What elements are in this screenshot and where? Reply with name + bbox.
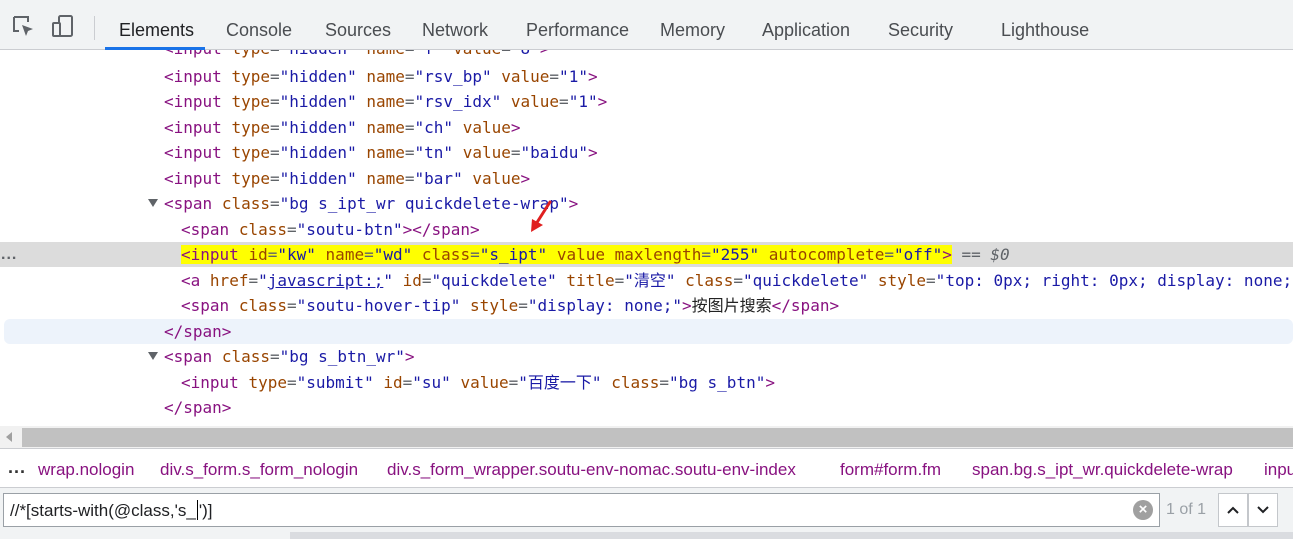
- chevron-down-icon: [1257, 506, 1269, 514]
- tab-network[interactable]: Network: [422, 0, 488, 50]
- breadcrumb-item[interactable]: form#form.fm: [840, 449, 941, 487]
- tab-elements[interactable]: Elements: [119, 0, 194, 50]
- clear-search-button[interactable]: ×: [1133, 500, 1153, 520]
- breadcrumb-item[interactable]: input#kw.s_ipt: [1264, 449, 1293, 487]
- annotation-arrow-icon: [531, 200, 552, 232]
- tab-lighthouse[interactable]: Lighthouse: [1001, 0, 1089, 50]
- tab-console[interactable]: Console: [226, 0, 292, 50]
- dom-node-line[interactable]: <input type="hidden" name="bar" value>: [0, 166, 1293, 191]
- expand-triangle-icon[interactable]: [148, 352, 158, 360]
- dom-node-line[interactable]: <span class="soutu-hover-tip" style="dis…: [0, 293, 1293, 318]
- tab-security[interactable]: Security: [888, 0, 953, 50]
- dom-node-line[interactable]: <a href="javascript:;" id="quickdelete" …: [0, 268, 1293, 293]
- tab-sources[interactable]: Sources: [325, 0, 391, 50]
- previous-match-button[interactable]: [1218, 493, 1248, 527]
- horizontal-scrollbar[interactable]: [0, 426, 1293, 448]
- dom-node-line[interactable]: <input type="hidden" name="f" value="8">: [0, 50, 1293, 61]
- selected-dom-node[interactable]: ... <input id="kw" name="wd" class="s_ip…: [0, 242, 1293, 267]
- dom-node-line[interactable]: </span>: [0, 395, 1293, 420]
- chevron-up-icon: [1227, 506, 1239, 514]
- dom-node-line[interactable]: <input type="hidden" name="tn" value="ba…: [0, 140, 1293, 165]
- scroll-left-icon[interactable]: [6, 432, 12, 442]
- tab-memory[interactable]: Memory: [660, 0, 725, 50]
- search-bar: //*[starts-with(@class,'s_ ')] × 1 of 1: [0, 488, 1293, 539]
- dom-node-line[interactable]: <input type="hidden" name="rsv_bp" value…: [0, 64, 1293, 89]
- node-actions-menu[interactable]: ...: [1, 242, 17, 267]
- selected-node-marker: == $0: [961, 245, 1010, 264]
- match-count: 1 of 1: [1166, 501, 1207, 518]
- href-link[interactable]: javascript:;: [268, 271, 384, 290]
- breadcrumb-overflow[interactable]: ...: [8, 457, 26, 478]
- dom-node-line[interactable]: <span class="soutu-btn"></span>: [0, 217, 1293, 242]
- dom-tree: <input type="hidden" name="f" value="8">…: [0, 50, 1293, 426]
- device-toolbar-icon[interactable]: [51, 14, 77, 40]
- dom-node-line[interactable]: <span class="bg s_ipt_wr quickdelete-wra…: [0, 191, 1293, 216]
- breadcrumb-item[interactable]: wrap.nologin: [38, 449, 134, 487]
- dom-node-line[interactable]: </span>: [4, 319, 1293, 344]
- dom-node-line[interactable]: <input type="hidden" name="rsv_idx" valu…: [0, 89, 1293, 114]
- dom-node-line[interactable]: <input type="submit" id="su" value="百度一下…: [0, 370, 1293, 395]
- toolbar-divider: [94, 16, 95, 40]
- inspect-element-icon[interactable]: [11, 14, 37, 40]
- drawer-edge: [290, 532, 1293, 539]
- breadcrumb: ... wrap.nologin div.s_form.s_form_nolog…: [0, 448, 1293, 488]
- devtools-toolbar: Elements Console Sources Network Perform…: [0, 0, 1293, 50]
- search-input[interactable]: //*[starts-with(@class,'s_ ')]: [3, 493, 1160, 527]
- breadcrumb-item[interactable]: div.s_form.s_form_nologin: [160, 449, 358, 487]
- tab-performance[interactable]: Performance: [526, 0, 629, 50]
- tab-application[interactable]: Application: [762, 0, 850, 50]
- breadcrumb-item[interactable]: div.s_form_wrapper.soutu-env-nomac.soutu…: [387, 449, 796, 487]
- expand-triangle-icon[interactable]: [148, 199, 158, 207]
- text-caret: [196, 500, 198, 520]
- dom-node-line[interactable]: <span class="bg s_btn_wr">: [0, 344, 1293, 369]
- scrollbar-thumb[interactable]: [22, 428, 1293, 447]
- dom-node-line[interactable]: <input type="hidden" name="ch" value>: [0, 115, 1293, 140]
- next-match-button[interactable]: [1248, 493, 1278, 527]
- breadcrumb-item[interactable]: span.bg.s_ipt_wr.quickdelete-wrap: [972, 449, 1233, 487]
